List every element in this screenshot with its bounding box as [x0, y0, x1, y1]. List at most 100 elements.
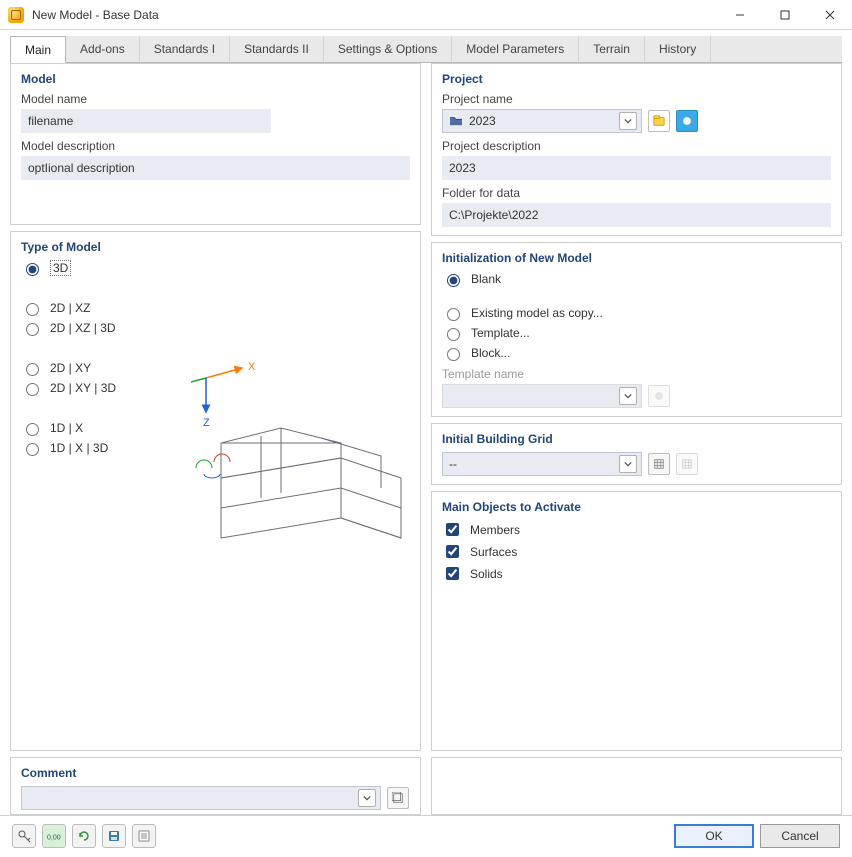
- radio-template-input[interactable]: [447, 328, 460, 341]
- checkbox-solids[interactable]: Solids: [442, 564, 831, 583]
- tab-strip: Main Add-ons Standards I Standards II Se…: [10, 36, 842, 63]
- minimize-button[interactable]: [717, 0, 762, 30]
- cancel-button[interactable]: Cancel: [760, 824, 840, 848]
- tab-standards-1[interactable]: Standards I: [140, 36, 230, 62]
- template-name-combo: [442, 384, 642, 408]
- panel-initialization: Initialization of New Model Blank Existi…: [431, 242, 842, 417]
- building-grid-title: Initial Building Grid: [442, 432, 831, 446]
- project-desc-input[interactable]: [442, 156, 831, 180]
- grid-edit-button: [676, 453, 698, 475]
- radio-2d-xz-3d-label: 2D | XZ | 3D: [50, 321, 116, 335]
- tab-main[interactable]: Main: [10, 36, 66, 63]
- units-icon: 0,00: [47, 829, 61, 843]
- radio-blank-input[interactable]: [447, 274, 460, 287]
- project-cloud-button[interactable]: [676, 110, 698, 132]
- chevron-down-icon: [358, 789, 376, 807]
- comment-pick-button[interactable]: [387, 787, 409, 809]
- checkbox-surfaces-input[interactable]: [446, 545, 459, 558]
- checkbox-members[interactable]: Members: [442, 520, 831, 539]
- checkbox-solids-input[interactable]: [446, 567, 459, 580]
- radio-2d-xz-3d-input[interactable]: [26, 323, 39, 336]
- close-button[interactable]: [807, 0, 852, 30]
- refresh-icon: [77, 829, 91, 843]
- tab-addons[interactable]: Add-ons: [66, 36, 140, 62]
- panel-right-blank: [431, 757, 842, 815]
- radio-2d-xy-label: 2D | XY: [50, 361, 91, 375]
- footer-refresh-button[interactable]: [72, 824, 96, 848]
- chevron-down-icon: [619, 112, 637, 130]
- radio-1d-x-3d-label: 1D | X | 3D: [50, 441, 108, 455]
- radio-existing-copy-label: Existing model as copy...: [471, 306, 603, 320]
- model-name-input[interactable]: [21, 109, 271, 133]
- chevron-down-icon: [619, 387, 637, 405]
- tab-model-parameters[interactable]: Model Parameters: [452, 36, 579, 62]
- radio-existing-copy-input[interactable]: [447, 308, 460, 321]
- template-name-label: Template name: [442, 367, 831, 381]
- building-grid-value: --: [449, 457, 619, 471]
- model-section-title: Model: [21, 72, 410, 86]
- comment-combo[interactable]: [21, 786, 381, 810]
- radio-2d-xy-3d-input[interactable]: [26, 383, 39, 396]
- radio-1d-x-input[interactable]: [26, 423, 39, 436]
- folder-icon: [449, 115, 463, 127]
- footer-save-button[interactable]: [102, 824, 126, 848]
- footer-key-button[interactable]: [12, 824, 36, 848]
- project-desc-label: Project description: [442, 139, 831, 153]
- radio-block-input[interactable]: [447, 348, 460, 361]
- project-folder-label: Folder for data: [442, 186, 831, 200]
- radio-existing-copy[interactable]: Existing model as copy...: [442, 305, 831, 321]
- radio-2d-xy-3d-label: 2D | XY | 3D: [50, 381, 116, 395]
- tab-standards-2[interactable]: Standards II: [230, 36, 324, 62]
- window-title: New Model - Base Data: [32, 8, 159, 22]
- project-name-combo[interactable]: 2023: [442, 109, 642, 133]
- grid-new-button[interactable]: [648, 453, 670, 475]
- radio-block-label: Block...: [471, 346, 510, 360]
- template-cloud-button: [648, 385, 670, 407]
- radio-2d-xz-input[interactable]: [26, 303, 39, 316]
- maximize-button[interactable]: [762, 0, 807, 30]
- panel-type-of-model: Type of Model 3D 2D | XZ 2D | XZ | 3D: [10, 231, 421, 751]
- project-manager-button[interactable]: [648, 110, 670, 132]
- titlebar: New Model - Base Data: [0, 0, 852, 30]
- radio-1d-x-3d-input[interactable]: [26, 443, 39, 456]
- footer-units-button[interactable]: 0,00: [42, 824, 66, 848]
- comment-title: Comment: [21, 766, 410, 780]
- radio-1d-x-label: 1D | X: [50, 421, 83, 435]
- model-name-label: Model name: [21, 92, 410, 106]
- chevron-down-icon: [619, 455, 637, 473]
- tab-history[interactable]: History: [645, 36, 711, 62]
- project-folder-input[interactable]: [442, 203, 831, 227]
- save-icon: [107, 829, 121, 843]
- panel-comment: Comment: [10, 757, 421, 815]
- model-desc-input[interactable]: [21, 156, 410, 180]
- radio-blank[interactable]: Blank: [442, 271, 831, 287]
- axis-z-label: Z: [203, 417, 210, 429]
- svg-text:0,00: 0,00: [47, 834, 61, 841]
- footer-list-button[interactable]: [132, 824, 156, 848]
- radio-2d-xy-input[interactable]: [26, 363, 39, 376]
- checkbox-members-input[interactable]: [446, 523, 459, 536]
- axis-x-label: X: [248, 361, 256, 373]
- tab-settings-options[interactable]: Settings & Options: [324, 36, 452, 62]
- radio-3d-input[interactable]: [26, 263, 39, 276]
- panel-model: Model Model name Model description: [10, 63, 421, 225]
- checkbox-surfaces[interactable]: Surfaces: [442, 542, 831, 561]
- project-name-value: 2023: [469, 114, 496, 128]
- main-objects-title: Main Objects to Activate: [442, 500, 831, 514]
- panel-building-grid: Initial Building Grid --: [431, 423, 842, 485]
- radio-2d-xz-label: 2D | XZ: [50, 301, 90, 315]
- key-icon: [17, 829, 31, 843]
- init-title: Initialization of New Model: [442, 251, 831, 265]
- radio-block[interactable]: Block...: [442, 345, 831, 361]
- model-desc-label: Model description: [21, 139, 410, 153]
- building-grid-combo[interactable]: --: [442, 452, 642, 476]
- radio-3d-label: 3D: [50, 260, 71, 276]
- tab-terrain[interactable]: Terrain: [579, 36, 645, 62]
- model-visual: X Y Z: [191, 268, 421, 568]
- radio-template-label: Template...: [471, 326, 530, 340]
- ok-button[interactable]: OK: [674, 824, 754, 848]
- radio-blank-label: Blank: [471, 272, 501, 286]
- radio-template[interactable]: Template...: [442, 325, 831, 341]
- panel-project: Project Project name 2023: [431, 63, 842, 236]
- app-icon: [8, 7, 24, 23]
